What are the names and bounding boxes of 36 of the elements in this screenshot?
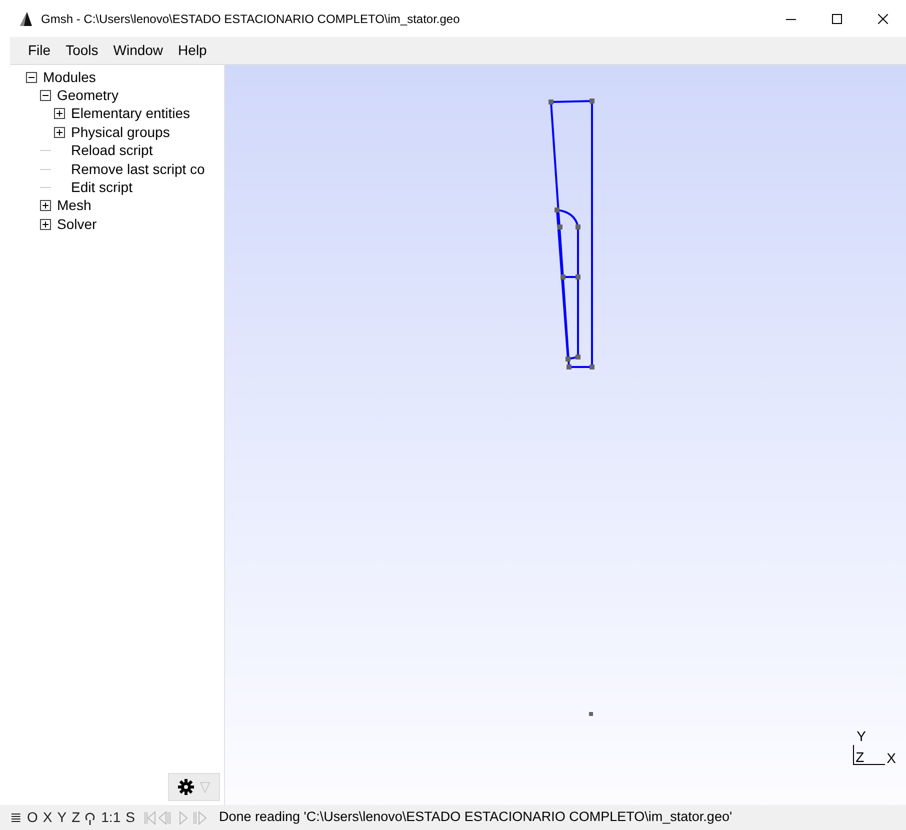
menu-item[interactable]: Window <box>113 40 164 61</box>
tree-item[interactable]: Solver <box>57 214 97 235</box>
tree-item[interactable]: Modules <box>43 66 96 88</box>
status-button[interactable]: Z <box>72 807 80 828</box>
app-logo-icon <box>20 12 32 26</box>
axis-label: Z <box>856 750 864 764</box>
rotate-icon[interactable] <box>85 810 96 824</box>
expand-icon[interactable] <box>54 108 65 120</box>
status-button[interactable]: O <box>27 807 38 828</box>
collapse-icon[interactable] <box>26 72 37 83</box>
status-button[interactable]: S <box>126 807 135 828</box>
status-button[interactable]: X <box>42 807 52 828</box>
close-icon[interactable] <box>878 14 888 24</box>
tree-item[interactable]: Physical groups <box>71 122 170 143</box>
maximize-icon[interactable] <box>832 14 842 24</box>
status-button[interactable]: 1:1 <box>101 807 121 828</box>
status-message: Done reading 'C:\Users\lenovo\ESTADO ESTACIONARIO COMPLETO\im_stator.geo' <box>218 808 732 826</box>
gear-icon <box>178 779 194 795</box>
point-marker <box>589 712 593 716</box>
expand-icon[interactable] <box>40 218 51 230</box>
menu-item[interactable]: Tools <box>66 40 98 61</box>
menu-item[interactable]: File <box>28 40 51 61</box>
axis-label: X <box>886 751 896 765</box>
status-button[interactable]: ≣ <box>10 807 22 828</box>
window-title: Gmsh - C:\Users\lenovo\ESTADO ESTACIONARIO COMPLETO\im_stator.geo <box>41 10 460 28</box>
tree-item[interactable]: Reload script <box>71 140 153 162</box>
dropdown-triangle-icon <box>200 782 210 792</box>
status-button[interactable]: Y <box>57 807 67 828</box>
options-button[interactable] <box>168 773 220 801</box>
expand-icon[interactable] <box>40 200 51 212</box>
menu-item[interactable]: Help <box>178 40 207 61</box>
expand-icon[interactable] <box>54 126 65 138</box>
tree-item[interactable]: Remove last script co <box>71 158 205 180</box>
axis-label: Y <box>856 729 866 743</box>
collapse-icon[interactable] <box>40 90 51 102</box>
graphics-viewport[interactable]: Y Z X <box>225 65 906 805</box>
